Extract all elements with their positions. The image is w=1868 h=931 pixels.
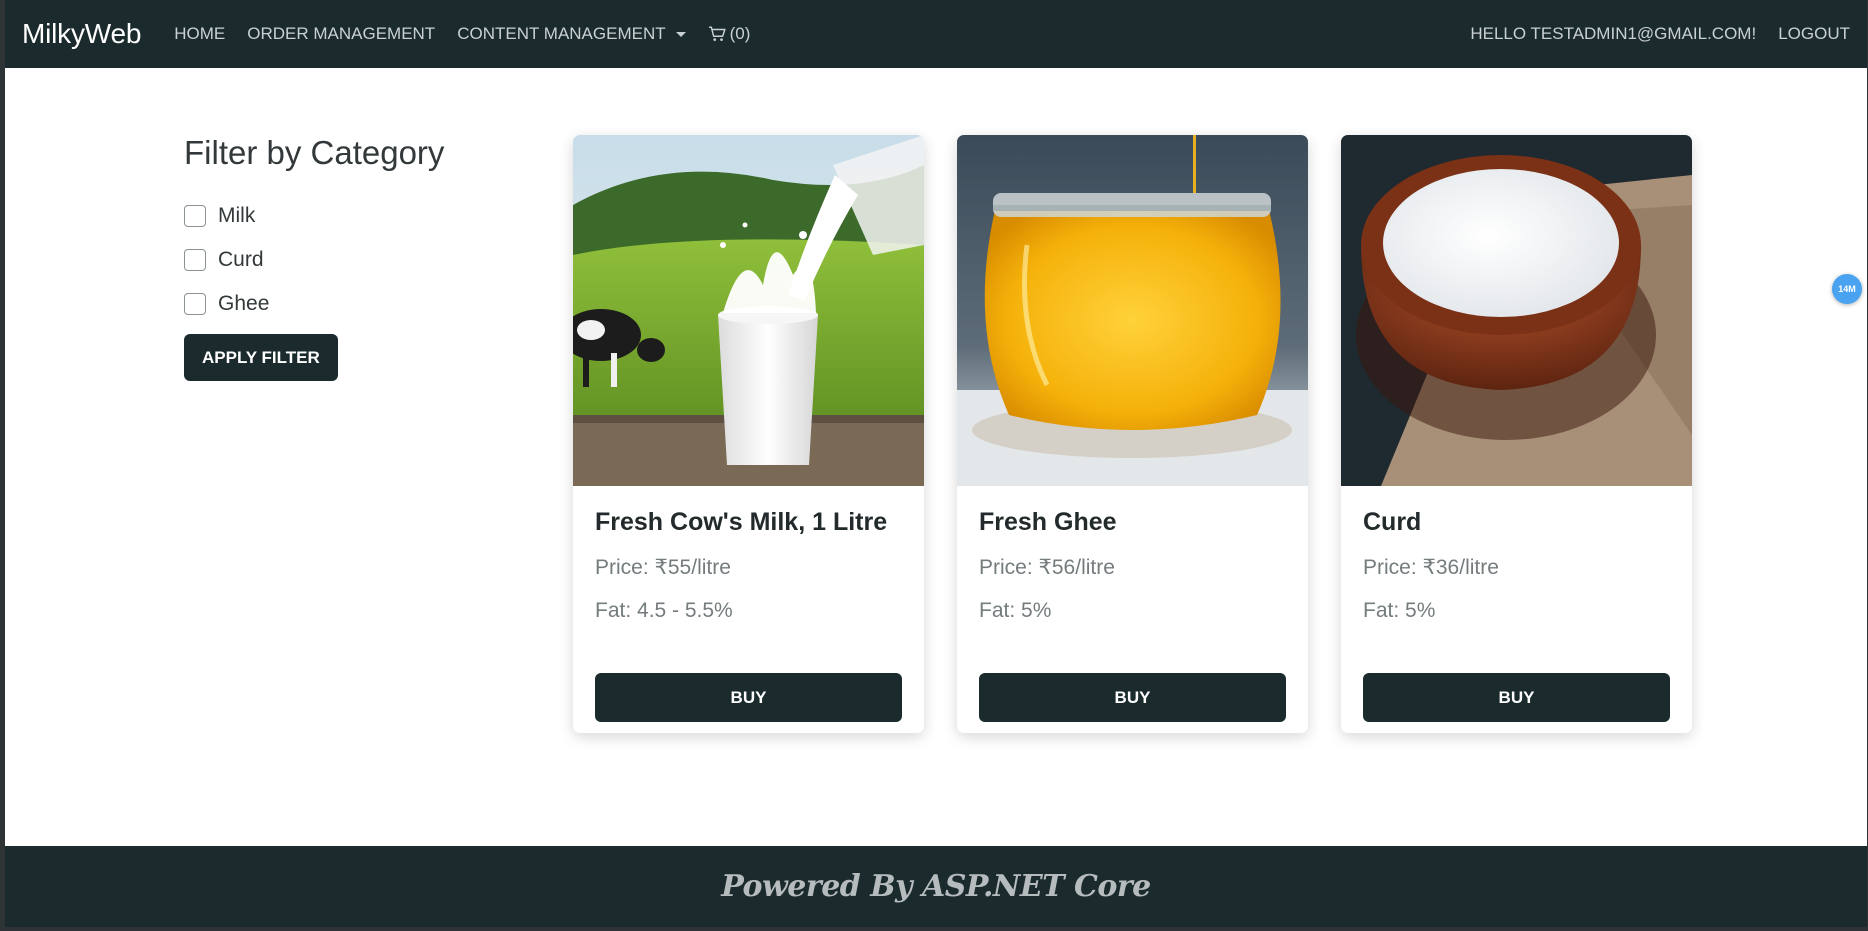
buy-button-ghee[interactable]: BUY xyxy=(979,673,1286,722)
filter-option-milk[interactable]: Milk xyxy=(184,194,514,238)
cart-icon xyxy=(708,26,726,41)
filter-option-label: Curd xyxy=(218,248,264,271)
filter-option-ghee[interactable]: Ghee xyxy=(184,282,514,326)
product-card-milk: Fresh Cow's Milk, 1 Litre Price: ₹55/lit… xyxy=(573,135,924,733)
filter-option-label: Milk xyxy=(218,204,256,227)
checkbox-ghee[interactable] xyxy=(184,293,206,315)
checkbox-milk[interactable] xyxy=(184,205,206,227)
product-title: Curd xyxy=(1363,508,1422,536)
nav-content-management-label: CONTENT MANAGEMENT xyxy=(457,24,666,43)
nav-cart[interactable]: (0) xyxy=(708,24,751,44)
product-fat: Fat: 5% xyxy=(979,599,1052,622)
apply-filter-button[interactable]: APPLY FILTER xyxy=(184,334,338,381)
page-footer: Powered By ASP.NET Core xyxy=(5,846,1867,927)
nav-content-management-dropdown[interactable]: CONTENT MANAGEMENT xyxy=(457,24,686,44)
product-price: Price: ₹56/litre xyxy=(979,556,1115,579)
nav-order-management[interactable]: ORDER MANAGEMENT xyxy=(247,24,435,44)
floating-badge[interactable]: 14M xyxy=(1832,274,1862,304)
card-body: Fresh Ghee Price: ₹56/litre Fat: 5% xyxy=(957,486,1308,623)
nav-home[interactable]: HOME xyxy=(174,24,225,44)
product-card-ghee: Fresh Ghee Price: ₹56/litre Fat: 5% BUY xyxy=(957,135,1308,733)
product-price: Price: ₹36/litre xyxy=(1363,556,1499,579)
milk-product-image xyxy=(573,135,924,486)
product-title: Fresh Cow's Milk, 1 Litre xyxy=(595,508,888,536)
filter-title: Filter by Category xyxy=(184,134,445,171)
category-filter-panel: Filter by Category Milk Curd Ghee APPLY … xyxy=(184,134,514,381)
filter-option-curd[interactable]: Curd xyxy=(184,238,514,282)
product-card-curd: Curd Price: ₹36/litre Fat: 5% BUY xyxy=(1341,135,1692,733)
ghee-product-image xyxy=(957,135,1308,486)
card-body: Fresh Cow's Milk, 1 Litre Price: ₹55/lit… xyxy=(573,486,924,623)
nav-user-greeting[interactable]: HELLO TESTADMIN1@GMAIL.COM! xyxy=(1470,24,1756,44)
app-window: MilkyWeb HOME ORDER MANAGEMENT CONTENT M… xyxy=(5,0,1867,927)
nav-logout[interactable]: LOGOUT xyxy=(1778,24,1850,44)
footer-text: Powered By ASP.NET Core xyxy=(721,869,1151,904)
top-navbar: MilkyWeb HOME ORDER MANAGEMENT CONTENT M… xyxy=(5,0,1867,68)
product-title: Fresh Ghee xyxy=(979,508,1117,536)
brand-logo-link[interactable]: MilkyWeb xyxy=(22,18,141,50)
cart-count: (0) xyxy=(729,24,751,43)
buy-button-curd[interactable]: BUY xyxy=(1363,673,1670,722)
curd-product-image xyxy=(1341,135,1692,486)
buy-button-milk[interactable]: BUY xyxy=(595,673,902,722)
checkbox-curd[interactable] xyxy=(184,249,206,271)
chevron-down-icon xyxy=(675,31,686,37)
product-fat: Fat: 4.5 - 5.5% xyxy=(595,599,733,622)
nav-user-area: HELLO TESTADMIN1@GMAIL.COM! LOGOUT xyxy=(1448,24,1850,44)
filter-option-label: Ghee xyxy=(218,292,270,315)
product-fat: Fat: 5% xyxy=(1363,599,1436,622)
card-body: Curd Price: ₹36/litre Fat: 5% xyxy=(1341,486,1692,623)
product-price: Price: ₹55/litre xyxy=(595,556,731,579)
